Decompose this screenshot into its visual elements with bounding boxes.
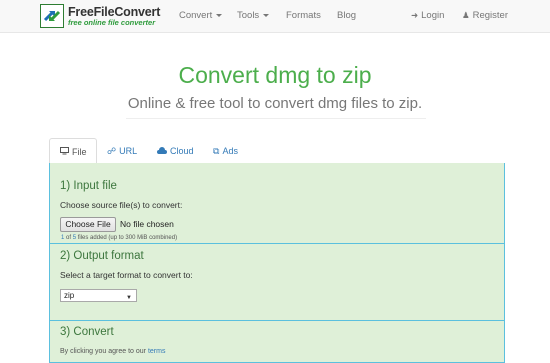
input-instruction: Choose source file(s) to convert: bbox=[60, 200, 183, 210]
tab-cloud-label: Cloud bbox=[170, 146, 194, 156]
files-of-label: of bbox=[66, 235, 72, 241]
tab-file[interactable]: File bbox=[49, 138, 97, 165]
login-icon: ➜ bbox=[411, 10, 419, 20]
nav-formats-link[interactable]: Formats bbox=[286, 10, 321, 21]
nav-formats-label: Formats bbox=[286, 10, 321, 21]
top-navbar: FreeFileConvert free online file convert… bbox=[0, 0, 550, 33]
nav-blog-label: Blog bbox=[337, 10, 357, 21]
tab-ads-label: Ads bbox=[222, 146, 238, 156]
nav-tools-dropdown[interactable]: Tools bbox=[237, 10, 270, 21]
brand-name: FreeFileConvert bbox=[68, 5, 161, 19]
output-instruction: Select a target format to convert to: bbox=[60, 270, 193, 280]
section-divider bbox=[50, 243, 504, 244]
page-title: Convert dmg to zip bbox=[178, 62, 372, 88]
input-section-title: 1) Input file bbox=[60, 180, 117, 192]
nav-register-link[interactable]: ♟ Register bbox=[462, 10, 508, 21]
nav-convert-label: Convert bbox=[179, 10, 213, 21]
converter-panel: 1) Input file Choose source file(s) to c… bbox=[49, 163, 505, 363]
tab-url[interactable]: ☍ URL bbox=[107, 138, 137, 164]
output-section-title: 2) Output format bbox=[60, 250, 144, 262]
cloud-upload-icon bbox=[157, 146, 167, 156]
link-icon: ☍ bbox=[107, 146, 117, 156]
agree-text: By clicking you agree to our bbox=[60, 348, 146, 355]
caret-down-icon bbox=[216, 13, 223, 17]
files-added-count: 1 bbox=[61, 235, 65, 241]
nav-blog-link[interactable]: Blog bbox=[337, 10, 356, 21]
nav-convert-dropdown[interactable]: Convert bbox=[179, 10, 223, 21]
tab-file-label: File bbox=[72, 147, 87, 157]
caret-down-icon bbox=[263, 13, 270, 17]
tab-ads[interactable]: ⧉ Ads bbox=[213, 138, 238, 164]
nav-tools-label: Tools bbox=[237, 10, 260, 21]
brand-tagline: free online file converter bbox=[68, 18, 156, 27]
files-limit-text: files added (up to 300 MiB combined) bbox=[77, 235, 178, 241]
source-tabs: File ☍ URL Cloud ⧉ Ads bbox=[49, 138, 505, 165]
logo-icon bbox=[40, 4, 64, 28]
convert-section-title: 3) Convert bbox=[60, 326, 114, 338]
monitor-icon bbox=[60, 147, 69, 157]
file-status: No file chosen bbox=[120, 219, 174, 229]
brand-logo[interactable]: FreeFileConvert free online file convert… bbox=[40, 4, 160, 28]
files-added-note: 1 of 5 files added (up to 300 MiB combin… bbox=[61, 235, 177, 241]
nav-login-link[interactable]: ➜ Login bbox=[411, 10, 444, 21]
files-max-count: 5 bbox=[72, 235, 77, 241]
section-divider bbox=[50, 320, 504, 321]
terms-link[interactable]: terms bbox=[148, 348, 166, 355]
choose-file-button[interactable]: Choose File bbox=[60, 217, 116, 232]
page-subtitle: Online & free tool to convert dmg files … bbox=[127, 95, 423, 112]
tab-url-label: URL bbox=[119, 146, 138, 156]
terms-agreement: By clicking you agree to our terms bbox=[60, 348, 165, 355]
external-link-icon: ⧉ bbox=[213, 146, 220, 156]
nav-register-label: Register bbox=[472, 10, 508, 21]
output-format-select[interactable]: zip ▼ bbox=[60, 289, 137, 302]
dropdown-arrow-icon: ▼ bbox=[126, 295, 132, 301]
subtitle-divider bbox=[126, 118, 426, 119]
user-icon: ♟ bbox=[462, 10, 470, 20]
selected-format: zip bbox=[64, 291, 75, 300]
nav-login-label: Login bbox=[421, 10, 445, 21]
input-file-section: 1) Input file Choose source file(s) to c… bbox=[50, 163, 504, 243]
tab-cloud[interactable]: Cloud bbox=[157, 138, 194, 164]
